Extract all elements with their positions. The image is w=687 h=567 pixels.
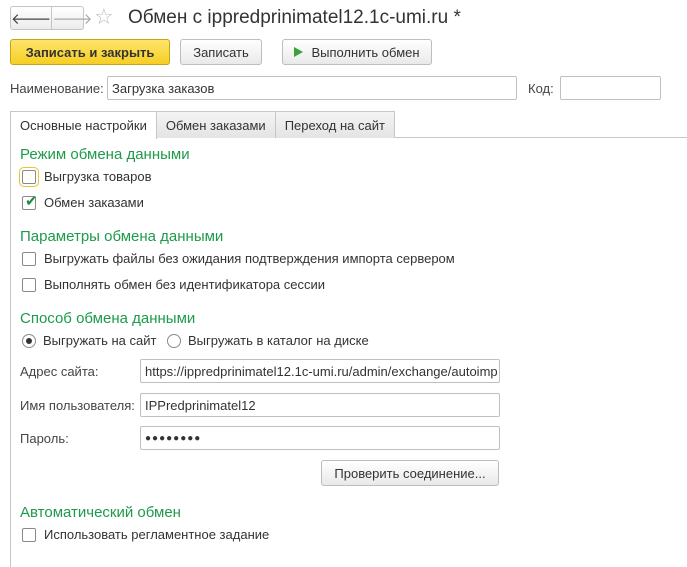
run-exchange-button[interactable]: Выполнить обмен [282,39,432,65]
auto-section-title: Автоматический обмен [20,504,181,521]
site-address-field[interactable]: https://ippredprinimatel12.1c-umi.ru/adm… [140,359,500,383]
password-field[interactable]: ●●●●●●●● [140,426,500,450]
export-goods-checkbox[interactable] [19,166,39,187]
mode-section-title: Режим обмена данными [20,146,190,163]
to-site-label: Выгружать на сайт [43,333,157,348]
order-exchange-label: Обмен заказами [44,195,144,210]
name-field[interactable]: Загрузка заказов [107,76,517,100]
username-label: Имя пользователя: [20,398,135,413]
navigation-buttons: 🡐 🡒 [10,6,92,30]
scheduled-task-label: Использовать регламентное задание [44,527,270,542]
export-goods-row[interactable]: Выгрузка товаров [19,166,152,187]
username-field[interactable]: IPPredprinimatel12 [140,393,500,417]
tab-bar: Основные настройки Обмен заказами Перехо… [10,111,395,139]
no-session-label: Выполнять обмен без идентификатора сесси… [44,277,326,292]
export-goods-label: Выгрузка товаров [44,169,152,184]
tab-order-exchange[interactable]: Обмен заказами [155,111,276,138]
run-exchange-label: Выполнить обмен [311,44,420,60]
forward-arrow-icon[interactable]: 🡒 [51,7,92,29]
save-and-close-button[interactable]: Записать и закрыть [10,39,170,65]
save-button[interactable]: Записать [180,39,262,65]
favorite-star-icon[interactable]: ☆ [94,5,114,29]
scheduled-task-checkbox[interactable] [22,527,36,542]
method-section-title: Способ обмена данными [20,310,196,327]
order-exchange-row[interactable]: ✔ Обмен заказами [22,192,144,210]
tab-main-settings[interactable]: Основные настройки [10,111,157,139]
no-session-row[interactable]: Выполнять обмен без идентификатора сесси… [22,277,325,292]
code-field[interactable] [560,76,661,100]
tab-go-to-site[interactable]: Переход на сайт [274,111,395,138]
no-wait-checkbox[interactable] [22,251,36,266]
address-label: Адрес сайта: [20,364,99,379]
params-section-title: Параметры обмена данными [20,228,224,245]
to-site-radio-row[interactable]: Выгружать на сайт [22,333,156,348]
to-disk-radio[interactable] [167,333,181,348]
to-site-radio[interactable] [22,333,36,348]
to-disk-radio-row[interactable]: Выгружать в каталог на диске [167,333,369,348]
no-wait-row[interactable]: Выгружать файлы без ожидания подтвержден… [22,251,455,266]
name-label: Наименование: [10,81,104,96]
password-label: Пароль: [20,431,69,446]
code-label: Код: [528,81,554,96]
scheduled-task-row[interactable]: Использовать регламентное задание [22,527,269,542]
window-title: Обмен с ippredprinimatel12.1c-umi.ru * [128,7,461,28]
no-wait-label: Выгружать файлы без ожидания подтвержден… [44,251,455,266]
check-connection-button[interactable]: Проверить соединение... [321,460,499,486]
order-exchange-checkbox[interactable]: ✔ [22,192,38,210]
play-icon [294,47,304,57]
checkmark-icon: ✔ [25,192,38,210]
no-session-checkbox[interactable] [22,277,36,292]
to-disk-label: Выгружать в каталог на диске [188,333,369,348]
back-arrow-icon[interactable]: 🡐 [11,7,51,29]
